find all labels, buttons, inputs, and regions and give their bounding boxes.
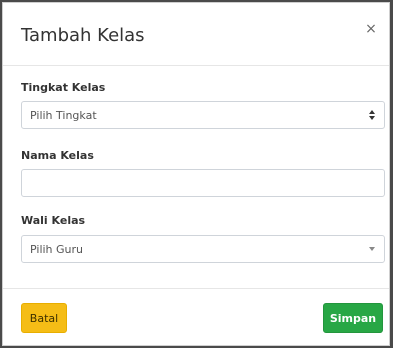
- wali-kelas-selected: Pilih Guru: [30, 243, 84, 256]
- modal-title: Tambah Kelas: [21, 25, 145, 46]
- nama-kelas-input[interactable]: [21, 169, 385, 197]
- wali-kelas-label: Wali Kelas: [21, 214, 86, 227]
- wali-kelas-select[interactable]: Pilih Guru: [21, 235, 385, 263]
- updown-arrows-icon: [369, 110, 375, 120]
- close-icon[interactable]: ×: [363, 21, 379, 37]
- modal-footer: Batal Simpan: [3, 288, 389, 345]
- cancel-button[interactable]: Batal: [21, 303, 67, 333]
- tingkat-kelas-select[interactable]: Pilih Tingkat: [21, 101, 385, 129]
- tingkat-kelas-label: Tingkat Kelas: [21, 81, 106, 94]
- tingkat-kelas-selected: Pilih Tingkat: [30, 109, 97, 122]
- nama-kelas-label: Nama Kelas: [21, 149, 94, 162]
- chevron-down-icon: [369, 247, 375, 251]
- save-button[interactable]: Simpan: [323, 303, 383, 333]
- tambah-kelas-modal: Tambah Kelas × Tingkat Kelas Pilih Tingk…: [2, 2, 390, 346]
- modal-header: Tambah Kelas ×: [3, 3, 389, 66]
